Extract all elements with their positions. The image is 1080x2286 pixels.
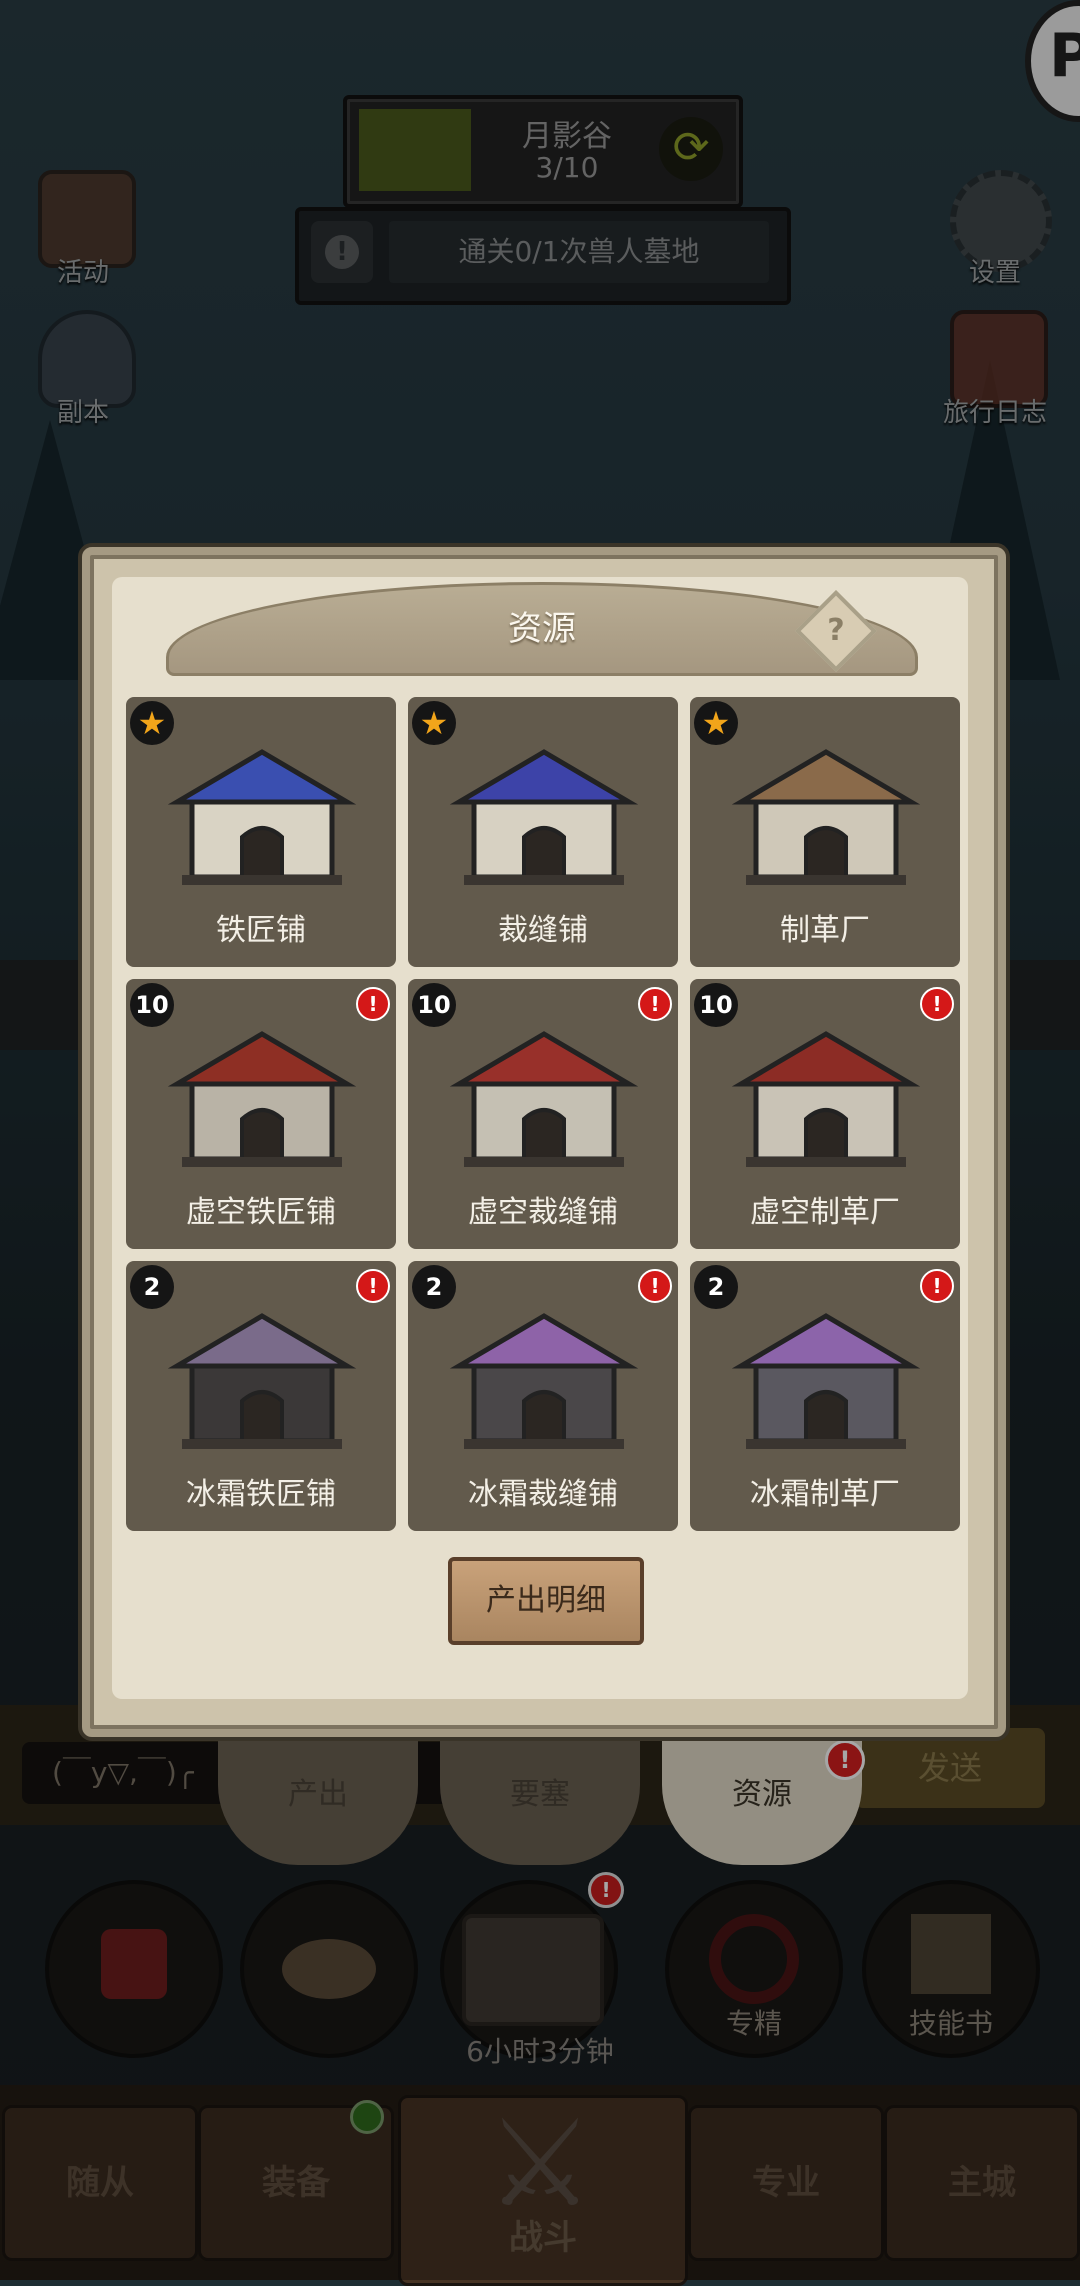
- building-card[interactable]: ★ 制革厂: [690, 697, 960, 967]
- star-icon: ★: [130, 701, 174, 745]
- level-badge: 2: [130, 1265, 174, 1309]
- building-icon: [726, 1009, 926, 1179]
- alert-badge: !: [638, 987, 672, 1021]
- building-name: 铁匠铺: [216, 913, 306, 948]
- help-icon: ?: [827, 613, 845, 648]
- building-card[interactable]: ★ 裁缝铺: [408, 697, 678, 967]
- building-name: 制革厂: [780, 913, 870, 948]
- level-badge: 2: [412, 1265, 456, 1309]
- building-card[interactable]: 10! 虚空制革厂: [690, 979, 960, 1249]
- star-icon: ★: [412, 701, 456, 745]
- building-name: 冰霜铁匠铺: [186, 1477, 336, 1512]
- level-badge: 10: [694, 983, 738, 1027]
- building-card[interactable]: 2! 冰霜制革厂: [690, 1261, 960, 1531]
- building-name: 虚空裁缝铺: [468, 1195, 618, 1230]
- building-name: 虚空制革厂: [750, 1195, 900, 1230]
- level-badge: 10: [130, 983, 174, 1027]
- alert-badge: !: [920, 1269, 954, 1303]
- building-card[interactable]: 2! 冰霜铁匠铺: [126, 1261, 396, 1531]
- output-detail-label: 产出明细: [486, 1583, 606, 1618]
- building-icon: [444, 1009, 644, 1179]
- building-name: 冰霜制革厂: [750, 1477, 900, 1512]
- level-badge: 10: [412, 983, 456, 1027]
- alert-badge: !: [920, 987, 954, 1021]
- building-name: 虚空铁匠铺: [186, 1195, 336, 1230]
- building-name: 冰霜裁缝铺: [468, 1477, 618, 1512]
- building-icon: [726, 1291, 926, 1461]
- star-icon: ★: [694, 701, 738, 745]
- alert-badge: !: [638, 1269, 672, 1303]
- building-icon: [162, 1009, 362, 1179]
- building-card[interactable]: 2! 冰霜裁缝铺: [408, 1261, 678, 1531]
- level-badge: 2: [694, 1265, 738, 1309]
- output-detail-button[interactable]: 产出明细: [448, 1557, 644, 1645]
- building-icon: [162, 727, 362, 897]
- building-card[interactable]: 10! 虚空裁缝铺: [408, 979, 678, 1249]
- building-icon: [444, 727, 644, 897]
- building-icon: [444, 1291, 644, 1461]
- building-card[interactable]: ★ 铁匠铺: [126, 697, 396, 967]
- building-name: 裁缝铺: [498, 913, 588, 948]
- building-icon: [162, 1291, 362, 1461]
- resources-modal: 资源 ? ★ 铁匠铺 ★ 裁缝铺 ★ 制革厂 10! 虚空铁匠铺 10! 虚空裁缝铺 10! 虚空制革…: [78, 543, 1010, 1741]
- alert-badge: !: [356, 1269, 390, 1303]
- building-icon: [726, 727, 926, 897]
- building-card[interactable]: 10! 虚空铁匠铺: [126, 979, 396, 1249]
- alert-badge: !: [356, 987, 390, 1021]
